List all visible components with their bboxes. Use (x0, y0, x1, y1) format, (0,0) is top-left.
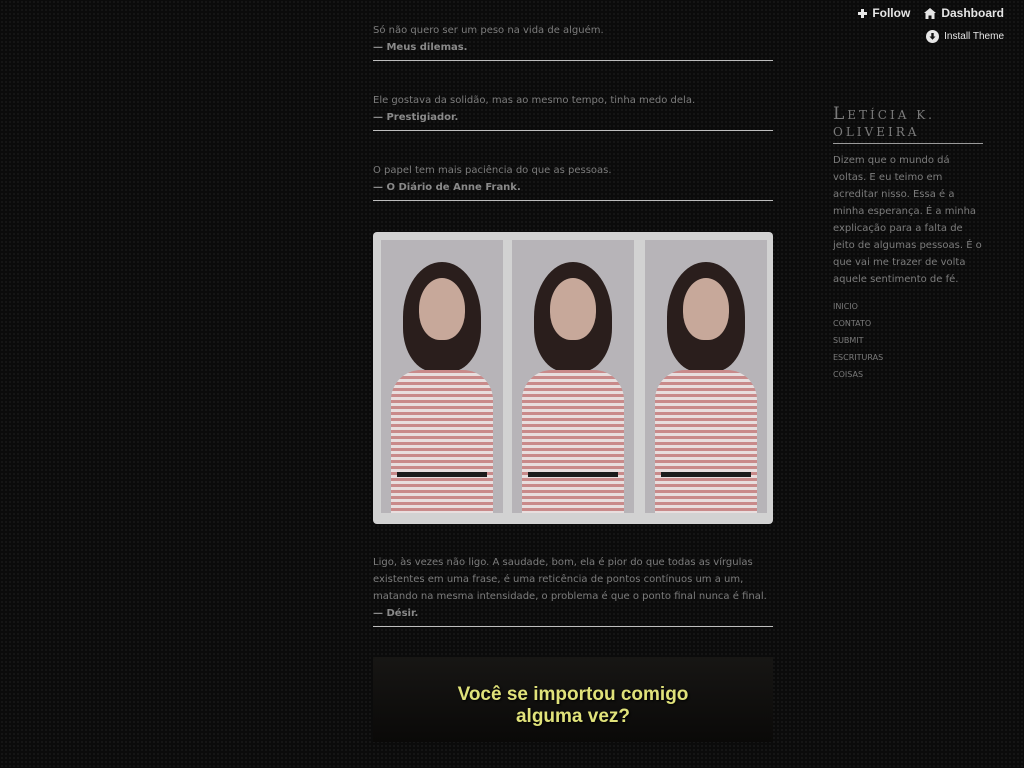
nav-item-escrituras[interactable]: Escrituras (833, 349, 983, 366)
quote-post: Ligo, às vezes não ligo. A saudade, bom,… (373, 554, 773, 627)
video-caption-line: Você se importou comigo (457, 684, 689, 705)
quote-source[interactable]: — Désir. (373, 605, 773, 622)
photo-panel (512, 240, 634, 513)
nav-item-submit[interactable]: Submit (833, 332, 983, 349)
tumblr-controls: Follow Dashboard Install Theme (824, 6, 1004, 46)
photo-panel (645, 240, 767, 513)
blog-title-rest: etícia K. Oliveira (833, 108, 935, 139)
quote-post: Ele gostava da solidão, mas ao mesmo tem… (373, 92, 773, 131)
blog-title[interactable]: Letícia K. Oliveira (833, 106, 983, 144)
download-icon (926, 30, 940, 43)
photo-panel (381, 240, 503, 513)
quote-text: O papel tem mais paciência do que as pes… (373, 165, 612, 176)
quote-source[interactable]: — O Diário de Anne Frank. (373, 179, 773, 196)
sidebar-nav: Inicio Contato Submit Escrituras Coisas (833, 298, 983, 383)
quote-source[interactable]: — Prestigiador. (373, 109, 773, 126)
follow-label: Follow (872, 6, 911, 20)
quote-post: O papel tem mais paciência do que as pes… (373, 162, 773, 201)
nav-item-coisas[interactable]: Coisas (833, 366, 983, 383)
video-post[interactable]: Você se importou comigo alguma vez? (373, 657, 773, 742)
nav-item-contato[interactable]: Contato (833, 315, 983, 332)
quote-text: Só não quero ser um peso na vida de algu… (373, 25, 604, 36)
sidebar: Letícia K. Oliveira Dizem que o mundo dá… (833, 106, 983, 383)
video-caption: Você se importou comigo alguma vez? (373, 684, 773, 728)
install-theme-button[interactable]: Install Theme (926, 30, 1004, 43)
blog-description: Dizem que o mundo dá voltas. E eu teimo … (833, 155, 982, 285)
follow-button[interactable]: Follow (858, 6, 910, 20)
home-icon (924, 7, 937, 19)
controls-row: Follow Dashboard (858, 6, 1004, 20)
quote-source[interactable]: — Meus dilemas. (373, 39, 773, 56)
quote-text: Ele gostava da solidão, mas ao mesmo tem… (373, 95, 696, 106)
quote-text: Ligo, às vezes não ligo. A saudade, bom,… (373, 557, 767, 602)
dashboard-button[interactable]: Dashboard (924, 6, 1004, 20)
dashboard-label: Dashboard (941, 6, 1004, 20)
plus-icon (858, 8, 868, 18)
posts-column: Só não quero ser um peso na vida de algu… (373, 0, 773, 742)
install-theme-label: Install Theme (944, 31, 1004, 42)
photo-post[interactable] (373, 232, 773, 524)
nav-item-inicio[interactable]: Inicio (833, 298, 983, 315)
quote-post: Só não quero ser um peso na vida de algu… (373, 22, 773, 61)
blog-title-initial: L (833, 104, 848, 124)
video-caption-line: alguma vez? (515, 706, 631, 727)
